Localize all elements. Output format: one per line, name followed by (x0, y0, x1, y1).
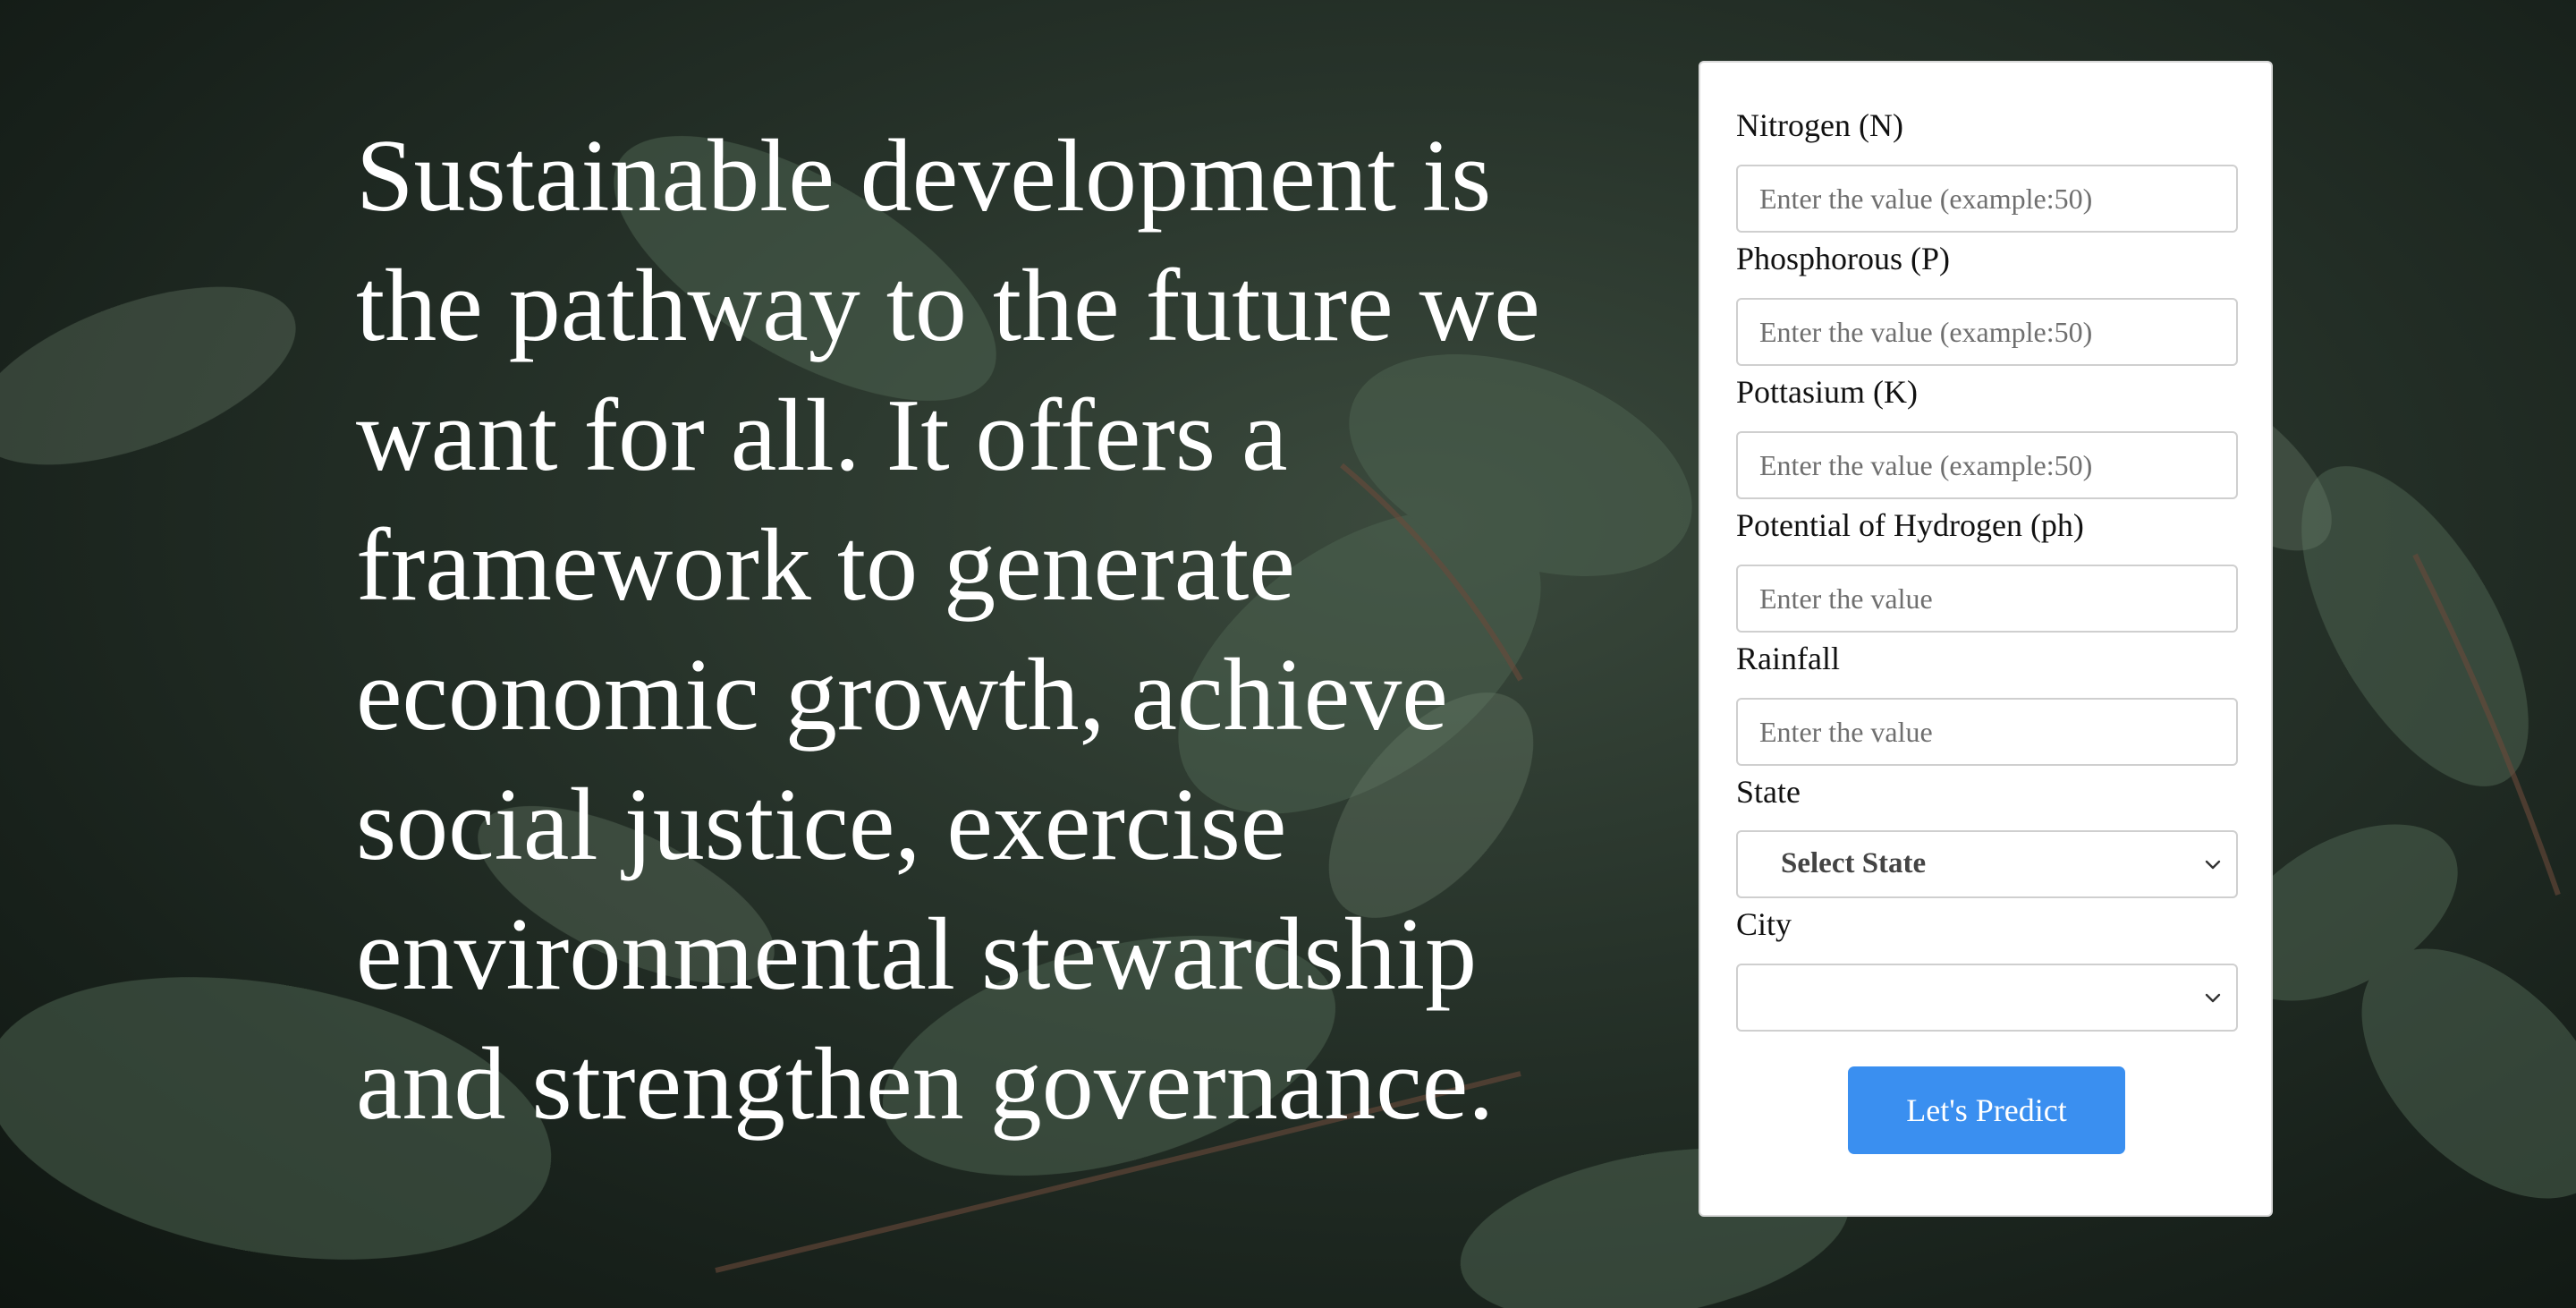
state-select[interactable]: Select State (1736, 830, 2238, 898)
state-select-value: Select State (1781, 847, 1927, 879)
nitrogen-input[interactable] (1736, 165, 2238, 233)
city-select[interactable] (1736, 964, 2238, 1032)
potassium-input[interactable] (1736, 431, 2238, 499)
predict-button[interactable]: Let's Predict (1848, 1066, 2125, 1154)
rainfall-label: Rainfall (1736, 641, 1840, 676)
city-label: City (1736, 906, 1792, 942)
prediction-form: Nitrogen (N) Phosphorous (P) Pottasium (… (1699, 61, 2273, 1217)
ph-label: Potential of Hydrogen (ph) (1736, 507, 2084, 543)
hero-quote: Sustainable development is the pathway t… (356, 119, 1540, 1142)
phosphorous-input[interactable] (1736, 298, 2238, 366)
potassium-label: Pottasium (K) (1736, 374, 1918, 410)
chevron-down-icon (2205, 993, 2221, 1003)
chevron-down-icon (2205, 860, 2221, 870)
rainfall-input[interactable] (1736, 698, 2238, 766)
ph-input[interactable] (1736, 565, 2238, 633)
state-label: State (1736, 774, 1801, 810)
nitrogen-label: Nitrogen (N) (1736, 107, 1903, 143)
phosphorous-label: Phosphorous (P) (1736, 241, 1951, 276)
